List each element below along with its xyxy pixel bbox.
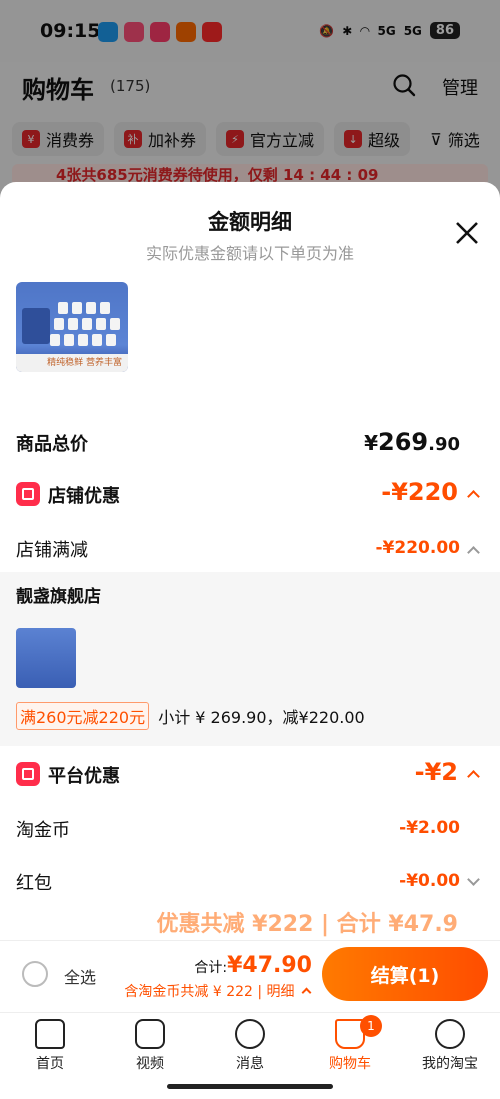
platform-discount-icon [16,762,40,786]
store-discount-label: 店铺优惠 [48,486,120,507]
taojinbi-amount: -¥2.00 [399,818,460,838]
store-name: 靓盏旗舰店 [16,587,101,607]
store-full-reduction-row[interactable]: 店铺满减 -¥220.00 [0,534,500,564]
platform-discount-amount: -¥2 [414,758,458,786]
promo-row: 满260元减220元 小计 ¥ 269.90，减¥220.00 [16,702,365,730]
sheet-title: 金额明细 [208,210,292,234]
total-price-label: 商品总价 [16,434,88,455]
home-icon [35,1019,65,1049]
store-discount-icon [16,482,40,506]
store-full-reduction-label: 店铺满减 [16,540,88,561]
amount-detail-sheet: 金额明细 实际优惠金额请以下单页为准 精纯稳鲜 营养丰富 商品总价 ¥269.9… [0,182,500,1099]
chevron-up-icon [467,546,480,559]
total-price-row: 商品总价 ¥269.90 [0,428,500,468]
hongbao-row[interactable]: 红包 -¥0.00 [0,867,500,897]
store-discount-amount: -¥220 [381,478,458,506]
select-all-checkbox[interactable] [22,961,48,987]
store-subtotal: 小计 ¥ 269.90，减¥220.00 [158,708,365,727]
taojinbi-row: 淘金币 -¥2.00 [0,814,500,844]
message-icon [235,1019,265,1049]
taojinbi-label: 淘金币 [16,820,70,841]
platform-discount-label: 平台优惠 [48,766,120,787]
hongbao-label: 红包 [16,873,52,894]
hongbao-amount: -¥0.00 [399,871,460,891]
product-image[interactable]: 精纯稳鲜 营养丰富 [16,282,128,372]
video-icon [135,1019,165,1049]
checkout-total: 合计:¥47.90 [194,953,312,978]
checkout-button[interactable]: 结算(1) [322,947,488,1001]
summary-peek: 优惠共减 ¥222 | 合计 ¥47.9 [0,894,500,940]
checkout-bar: 全选 合计:¥47.90 含淘金币共减 ¥ 222 | 明细 结算(1) [0,940,500,1012]
checkout-total-value: ¥47.90 [227,953,312,978]
chevron-up-icon [467,490,480,503]
chevron-down-icon [467,873,480,886]
chevron-up-icon [301,987,312,997]
store-full-reduction-amount: -¥220.00 [375,538,461,558]
platform-discount-row[interactable]: 平台优惠 -¥2 [0,758,500,790]
checkout-discount-detail[interactable]: 含淘金币共减 ¥ 222 | 明细 [124,981,312,1001]
chevron-up-icon [467,770,480,783]
total-price-value: ¥269.90 [364,428,460,456]
product-image-caption: 精纯稳鲜 营养丰富 [16,354,128,372]
sheet-subtitle: 实际优惠金额请以下单页为准 [145,244,354,263]
promo-tag: 满260元减220元 [16,702,150,730]
cart-badge: 1 [360,1015,382,1037]
store-detail-block: 靓盏旗舰店 满260元减220元 小计 ¥ 269.90，减¥220.00 [0,572,500,746]
store-discount-row[interactable]: 店铺优惠 -¥220 [0,478,500,510]
tab-home[interactable]: 首页 [0,1013,100,1099]
profile-icon [435,1019,465,1049]
tab-my-taobao[interactable]: 我的淘宝 [400,1013,500,1099]
home-indicator [167,1084,333,1089]
select-all-label[interactable]: 全选 [64,964,96,988]
store-product-thumb[interactable] [16,628,76,688]
close-icon[interactable] [454,220,480,246]
